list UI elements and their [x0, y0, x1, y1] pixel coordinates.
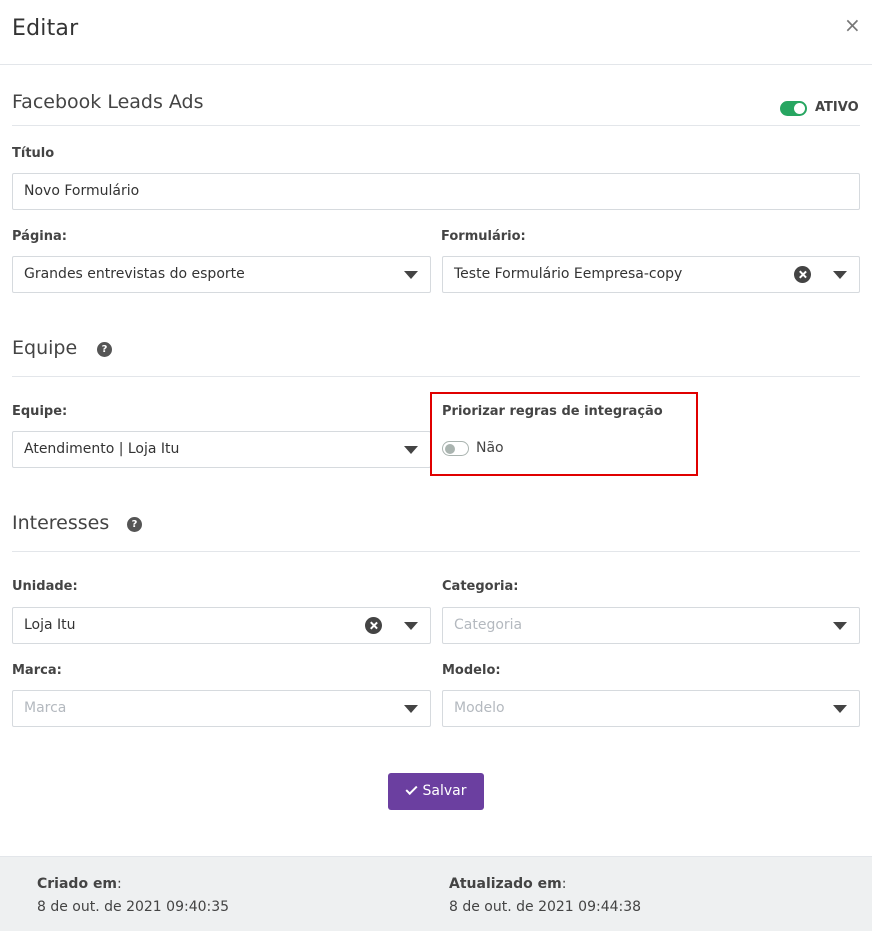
help-icon[interactable]: ?	[97, 342, 112, 357]
titulo-input[interactable]: Novo Formulário	[12, 173, 860, 210]
updated-label-text: Atualizado em	[449, 876, 562, 892]
modal-title: Editar	[12, 16, 79, 41]
highlight-annotation	[430, 392, 698, 476]
created-label-separator: :	[117, 876, 122, 892]
unidade-value: Loja Itu	[24, 617, 76, 633]
marca-placeholder: Marca	[24, 700, 67, 716]
pagina-label: Página:	[12, 229, 67, 244]
equipe-label: Equipe:	[12, 404, 68, 419]
clear-icon[interactable]	[365, 617, 382, 634]
toggle-knob	[794, 103, 805, 114]
save-button-label: Salvar	[422, 783, 467, 799]
categoria-label: Categoria:	[442, 579, 519, 594]
unidade-select[interactable]: Loja Itu	[12, 607, 431, 644]
modelo-placeholder: Modelo	[454, 700, 505, 716]
equipe-value: Atendimento | Loja Itu	[24, 441, 180, 457]
titulo-label: Título	[12, 146, 55, 161]
marca-select[interactable]: Marca	[12, 690, 431, 727]
chevron-down-icon[interactable]	[404, 705, 418, 713]
updated-label-separator: :	[561, 876, 567, 892]
updated-label: Atualizado em:	[449, 876, 566, 892]
help-icon[interactable]: ?	[127, 517, 142, 532]
modal-header: Editar ×	[0, 0, 872, 65]
close-icon[interactable]: ×	[844, 14, 861, 36]
updated-value: 8 de out. de 2021 09:44:38	[449, 899, 642, 915]
titulo-value: Novo Formulário	[24, 183, 140, 199]
created-label-text: Criado em	[37, 876, 118, 892]
save-button[interactable]: Salvar	[388, 773, 484, 810]
chevron-down-icon[interactable]	[833, 271, 847, 279]
integration-title: Facebook Leads Ads	[12, 91, 204, 113]
chevron-down-icon[interactable]	[404, 622, 418, 630]
equipe-section-title: Equipe	[12, 337, 78, 359]
chevron-down-icon[interactable]	[404, 446, 418, 454]
formulario-value: Teste Formulário Eempresa-copy	[454, 266, 683, 282]
check-icon	[404, 782, 418, 796]
pagina-value: Grandes entrevistas do esporte	[24, 266, 245, 282]
modal-footer: Criado em: 8 de out. de 2021 09:40:35 At…	[0, 856, 872, 931]
divider	[12, 551, 860, 552]
active-status-label: ATIVO	[815, 100, 859, 115]
modelo-label: Modelo:	[442, 663, 501, 678]
formulario-select[interactable]: Teste Formulário Eempresa-copy	[442, 256, 860, 293]
divider	[12, 125, 860, 126]
created-value: 8 de out. de 2021 09:40:35	[37, 899, 230, 915]
modelo-select[interactable]: Modelo	[442, 690, 860, 727]
equipe-select[interactable]: Atendimento | Loja Itu	[12, 431, 431, 468]
unidade-label: Unidade:	[12, 579, 78, 594]
created-label: Criado em:	[37, 876, 122, 892]
interesses-section-title: Interesses	[12, 512, 110, 534]
categoria-select[interactable]: Categoria	[442, 607, 860, 644]
chevron-down-icon[interactable]	[404, 271, 418, 279]
categoria-placeholder: Categoria	[454, 617, 523, 633]
pagina-select[interactable]: Grandes entrevistas do esporte	[12, 256, 431, 293]
chevron-down-icon[interactable]	[833, 705, 847, 713]
clear-icon[interactable]	[794, 266, 811, 283]
divider	[12, 376, 860, 377]
chevron-down-icon[interactable]	[833, 622, 847, 630]
marca-label: Marca:	[12, 663, 62, 678]
active-toggle[interactable]	[780, 101, 807, 116]
formulario-label: Formulário:	[441, 229, 526, 244]
